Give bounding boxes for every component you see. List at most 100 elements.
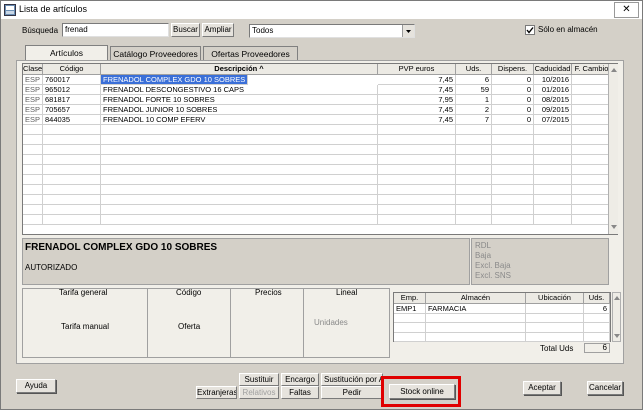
- table-cell-pvp: 7,45: [378, 85, 456, 95]
- table-cell-codigo: 965012: [43, 85, 101, 95]
- stock-cell-almacen: [426, 332, 526, 342]
- total-uds-value: 6: [584, 343, 610, 353]
- table-cell-disp: [492, 205, 534, 215]
- sustitucion-ah-button[interactable]: Sustitución por AH: [321, 373, 383, 386]
- checkmark-icon: [526, 27, 534, 34]
- faltas-button[interactable]: Faltas: [281, 386, 319, 399]
- table-cell-uds: [456, 195, 492, 205]
- table-cell-disp: [492, 195, 534, 205]
- extranjeras-button[interactable]: Extranjeras: [196, 386, 237, 399]
- scroll-down-icon[interactable]: [611, 225, 617, 229]
- stock-column-header[interactable]: Ubicación: [526, 293, 584, 304]
- scroll-up-icon[interactable]: [614, 296, 620, 300]
- table-cell-disp: 0: [492, 85, 534, 95]
- column-header[interactable]: PVP euros: [378, 64, 456, 75]
- encargo-button[interactable]: Encargo: [281, 373, 319, 386]
- precios-label: Precios: [255, 288, 282, 297]
- table-cell-cad: [534, 175, 572, 185]
- table-cell-cad: [534, 215, 572, 225]
- flag-excl-sns: Excl. SNS: [475, 271, 512, 280]
- stock-cell-uds: [584, 332, 610, 342]
- tarifa-panel: Tarifa general Código Precios Lineal Tar…: [22, 288, 390, 358]
- stock-cell-emp: [394, 313, 426, 323]
- table-cell-clase: [23, 195, 43, 205]
- table-cell-fcambio: [572, 205, 612, 215]
- table-cell-uds: 2: [456, 105, 492, 115]
- divider: [303, 289, 304, 357]
- table-cell-uds: [456, 155, 492, 165]
- table-cell-fcambio: [572, 165, 612, 175]
- table-cell-fcambio: [572, 145, 612, 155]
- pedir-button[interactable]: Pedir: [321, 386, 383, 399]
- close-button[interactable]: ✕: [614, 2, 639, 18]
- table-cell-desc: [101, 135, 378, 145]
- table-cell-codigo: [43, 205, 101, 215]
- tab-ofertas-proveedores[interactable]: Ofertas Proveedores: [203, 46, 298, 60]
- table-cell-fcambio: [572, 115, 612, 125]
- ayuda-button[interactable]: Ayuda: [16, 379, 56, 393]
- grid-scrollbar[interactable]: [608, 64, 618, 234]
- stock-cell-emp: [394, 323, 426, 333]
- table-cell-clase: [23, 135, 43, 145]
- stock-cell-ubicacion: [526, 313, 584, 323]
- stock-column-header[interactable]: Emp.: [394, 293, 426, 304]
- table-cell-disp: 0: [492, 105, 534, 115]
- table-cell-cad: 01/2016: [534, 85, 572, 95]
- table-cell-fcambio: [572, 215, 612, 225]
- detail-panel: FRENADOL COMPLEX GDO 10 SOBRES AUTORIZAD…: [22, 238, 470, 285]
- aceptar-button[interactable]: Aceptar: [523, 381, 561, 395]
- scroll-down-icon[interactable]: [614, 334, 620, 338]
- stock-column-header[interactable]: Almacén: [426, 293, 526, 304]
- table-cell-cad: [534, 185, 572, 195]
- table-cell-uds: [456, 145, 492, 155]
- stock-cell-emp: [394, 332, 426, 342]
- solo-almacen-checkbox[interactable]: [525, 25, 535, 35]
- sustituir-button[interactable]: Sustituir: [239, 373, 279, 386]
- tab-catalogo-proveedores[interactable]: Catálogo Proveedores: [110, 46, 201, 60]
- column-header[interactable]: Código: [43, 64, 101, 75]
- table-cell-cad: 10/2016: [534, 75, 572, 85]
- table-cell-clase: ESP: [23, 105, 43, 115]
- stock-cell-almacen: FARMACIA: [426, 304, 526, 314]
- stock-cell-uds: 6: [584, 304, 610, 314]
- table-cell-codigo: [43, 155, 101, 165]
- table-cell-codigo: [43, 135, 101, 145]
- relativos-button[interactable]: Relativos: [239, 386, 279, 399]
- table-cell-fcambio: [572, 135, 612, 145]
- solo-almacen-label: Sólo en almacén: [538, 25, 598, 34]
- table-cell-codigo: 844035: [43, 115, 101, 125]
- ampliar-button[interactable]: Ampliar: [202, 23, 234, 37]
- table-cell-desc: FRENADOL COMPLEX GDO 10 SOBRES: [101, 75, 249, 85]
- column-header[interactable]: Caducidad: [534, 64, 572, 75]
- table-cell-clase: [23, 155, 43, 165]
- table-cell-cad: [534, 195, 572, 205]
- stock-cell-almacen: [426, 313, 526, 323]
- column-header[interactable]: Descripción ^: [101, 64, 378, 75]
- column-header[interactable]: F. Cambio: [572, 64, 612, 75]
- table-cell-clase: [23, 125, 43, 135]
- table-cell-cad: [534, 145, 572, 155]
- tab-articulos[interactable]: Artículos: [25, 45, 108, 61]
- oferta-label: Oferta: [178, 322, 201, 331]
- table-cell-clase: ESP: [23, 95, 43, 105]
- chevron-down-icon[interactable]: [402, 25, 414, 37]
- column-header[interactable]: Uds.: [456, 64, 492, 75]
- cancelar-button[interactable]: Cancelar: [587, 381, 623, 395]
- table-cell-clase: [23, 175, 43, 185]
- column-header[interactable]: Clase: [23, 64, 43, 75]
- stock-scrollbar[interactable]: [612, 292, 621, 342]
- table-cell-desc: [101, 205, 378, 215]
- scroll-up-icon[interactable]: [611, 68, 617, 72]
- filter-select[interactable]: Todos: [249, 24, 415, 38]
- search-input[interactable]: frenad: [62, 23, 169, 37]
- stock-column-header[interactable]: Uds.: [584, 293, 610, 304]
- table-cell-disp: 0: [492, 75, 534, 85]
- table-cell-pvp: [378, 215, 456, 225]
- table-cell-clase: [23, 205, 43, 215]
- table-cell-codigo: [43, 215, 101, 225]
- column-header[interactable]: Dispens.: [492, 64, 534, 75]
- filter-value: Todos: [252, 26, 274, 35]
- table-cell-pvp: [378, 175, 456, 185]
- buscar-button[interactable]: Buscar: [171, 23, 200, 37]
- table-cell-pvp: 7,45: [378, 115, 456, 125]
